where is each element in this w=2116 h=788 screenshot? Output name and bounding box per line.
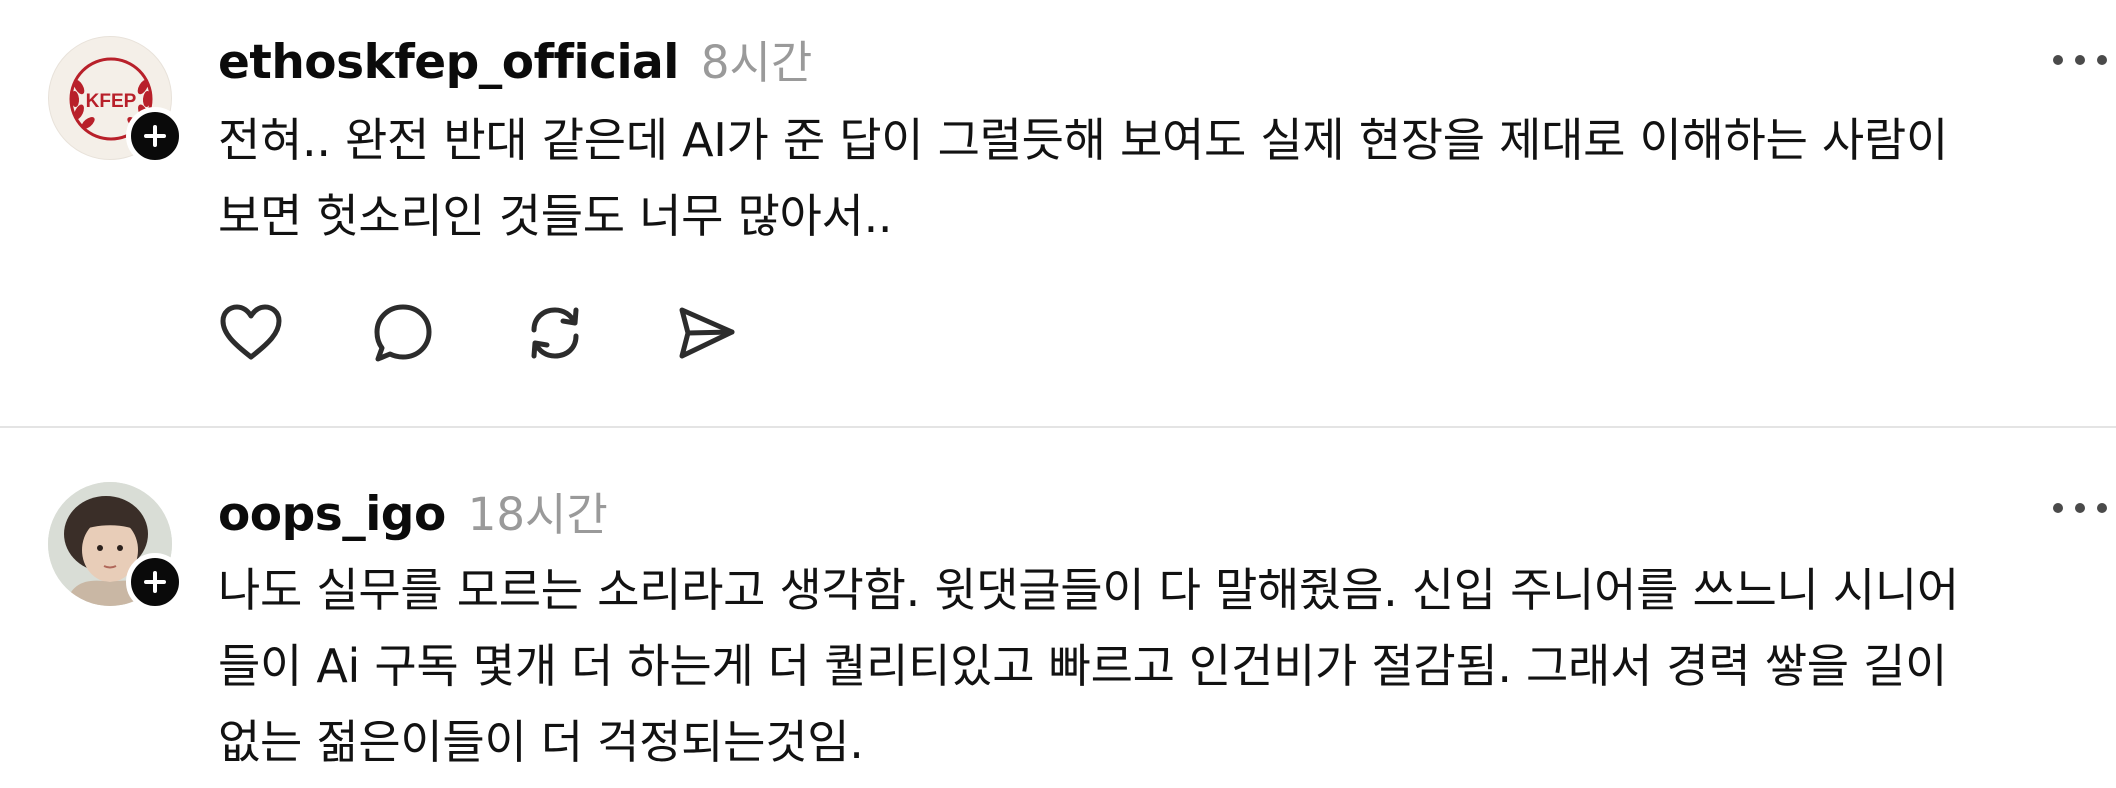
more-horizontal-icon <box>2053 55 2107 65</box>
svg-text:KFEP: KFEP <box>86 91 137 112</box>
more-horizontal-icon <box>2053 503 2107 513</box>
comment-post: oops_igo 18시간 나도 실무를 모르는 소리라고 생각함. 윗댓글들이… <box>0 428 2116 788</box>
timestamp: 18시간 <box>467 488 608 541</box>
post-header: oops_igo 18시간 <box>218 478 608 543</box>
follow-plus-button[interactable] <box>126 107 184 165</box>
follow-plus-button[interactable] <box>126 553 184 611</box>
share-button[interactable] <box>674 300 740 366</box>
comment-body: 나도 실무를 모르는 소리라고 생각함. 윗댓글들이 다 말해줬음. 신입 주니… <box>218 563 1959 769</box>
comment-body: 전혀.. 완전 반대 같은데 AI가 준 답이 그럴듯해 보여도 실제 현장을 … <box>218 113 1948 243</box>
plus-icon <box>144 125 166 147</box>
heart-icon <box>220 304 282 360</box>
repost-icon <box>531 307 579 359</box>
action-bar <box>218 300 826 366</box>
username[interactable]: oops_igo <box>218 487 446 542</box>
comment-icon <box>374 304 432 362</box>
timestamp: 8시간 <box>700 36 813 89</box>
more-options-button[interactable] <box>2048 40 2112 80</box>
more-options-button[interactable] <box>2048 488 2112 528</box>
post-header: ethoskfep_official 8시간 <box>218 26 812 91</box>
comment-post: KFEP ethoskfep_official 8시간 전혀.. 완전 반대 같… <box>0 0 2116 426</box>
share-icon <box>679 307 735 359</box>
username[interactable]: ethoskfep_official <box>218 35 679 90</box>
like-button[interactable] <box>218 300 284 366</box>
comment-button[interactable] <box>370 300 436 366</box>
repost-button[interactable] <box>522 300 588 366</box>
plus-icon <box>144 571 166 593</box>
